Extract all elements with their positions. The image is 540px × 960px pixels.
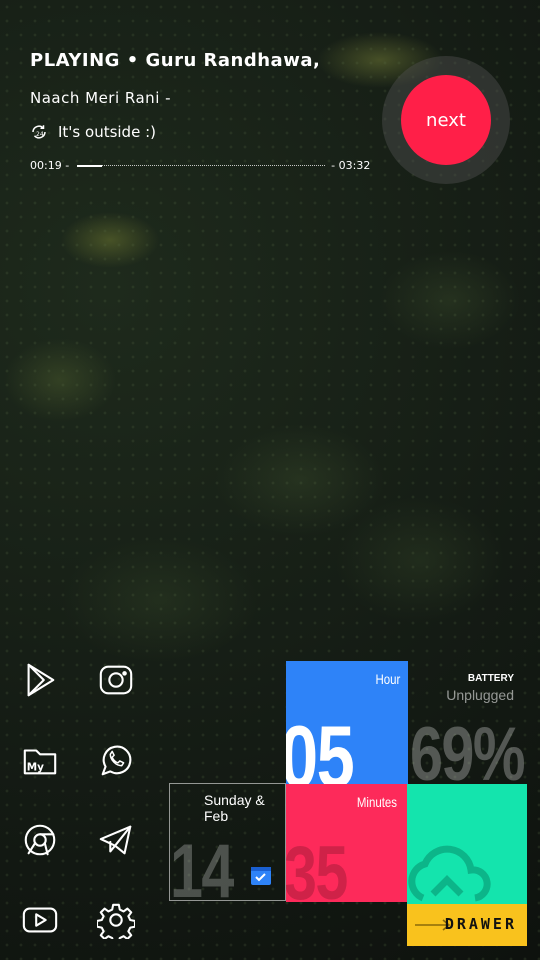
battery-widget[interactable]: BATTERY Unplugged 69% xyxy=(408,661,528,784)
weather-tile[interactable] xyxy=(407,784,527,904)
minutes-label: Minutes xyxy=(356,794,397,810)
calendar-icon xyxy=(251,867,271,885)
music-widget: PLAYING • Guru Randhawa, Naach Meri Rani… xyxy=(30,50,390,172)
progress-bar[interactable] xyxy=(77,165,326,167)
weather-text: It's outside :) xyxy=(58,123,156,141)
play-store-icon xyxy=(27,663,55,697)
drawer-label: DRAWER xyxy=(444,915,517,933)
telegram-icon xyxy=(99,825,132,855)
date-tile[interactable]: Sunday & Feb 14 xyxy=(169,783,286,901)
now-playing-artist: PLAYING • Guru Randhawa, xyxy=(30,50,321,71)
play-store-app[interactable] xyxy=(20,660,60,700)
my-files-app[interactable]: My xyxy=(20,740,60,780)
minutes-tile[interactable]: Minutes 35 xyxy=(286,784,407,902)
instagram-icon xyxy=(99,665,133,695)
minutes-value: 35 xyxy=(286,831,348,903)
battery-status: Unplugged xyxy=(446,687,514,703)
youtube-app[interactable] xyxy=(20,900,60,940)
hour-label: Hour xyxy=(375,671,400,687)
battery-value: 69% xyxy=(410,712,526,785)
cloud-sync-icon xyxy=(408,845,491,902)
battery-title: BATTERY xyxy=(467,673,514,684)
day-value: 14 xyxy=(170,829,234,901)
song-title: Naach Meri Rani - xyxy=(30,89,172,107)
whatsapp-app[interactable] xyxy=(96,740,136,780)
chrome-app[interactable] xyxy=(20,820,60,860)
date-label: Sunday & Feb xyxy=(204,792,265,824)
hour-value: 05 xyxy=(286,707,355,785)
whatsapp-icon xyxy=(101,745,132,776)
settings-icon xyxy=(97,903,135,939)
progress-row: 00:19 - - 03:32 xyxy=(30,159,390,172)
svg-text:24: 24 xyxy=(36,131,44,138)
youtube-icon xyxy=(22,907,58,933)
24h-refresh-icon: 24 xyxy=(32,125,46,139)
weather-row: 24 It's outside :) xyxy=(30,123,390,141)
hour-tile[interactable]: Hour 05 xyxy=(286,661,408,784)
total-time: - 03:32 xyxy=(331,159,371,172)
next-button[interactable]: next xyxy=(401,75,491,165)
settings-app[interactable] xyxy=(96,900,136,940)
my-files-icon: My xyxy=(23,749,57,775)
chrome-icon xyxy=(24,824,56,856)
progress-fill xyxy=(77,165,102,167)
instagram-app[interactable] xyxy=(96,660,136,700)
drawer-button[interactable]: DRAWER xyxy=(407,904,527,946)
elapsed-time: 00:19 - xyxy=(30,159,70,172)
svg-text:My: My xyxy=(27,761,44,773)
telegram-app[interactable] xyxy=(96,820,136,860)
